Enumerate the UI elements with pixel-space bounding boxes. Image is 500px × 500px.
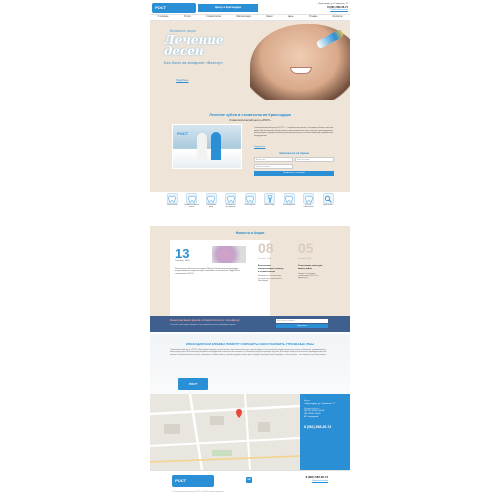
callback-phone-input[interactable]: Ваш номер телефона [276,319,328,323]
tooth-icon [205,193,217,204]
service-item[interactable]: Детская стоматология [302,192,316,222]
header-contacts: г. Краснодар, ул. Гаражная, 71 8 (961) 5… [270,3,348,12]
magnifier-icon [322,193,334,204]
service-label: Отбеливание зубов [206,205,216,208]
nav-item-prices[interactable]: Цены [288,16,294,19]
time-field[interactable]: Удобное время [254,164,293,169]
tooth-icon [303,193,314,204]
address-value: г. Краснодар, ул. Гаражная, 71 [304,402,335,405]
news-month: Октябрь, 2016 [298,257,312,260]
news-text: Запишитесь на бесплатную консультацию ст… [258,275,282,283]
service-label: Детская стоматология [303,205,314,208]
callback-button[interactable]: Жду звонка [276,324,328,328]
footer-phone[interactable]: 8 (961) 583-26-74 [306,475,328,479]
tooth-icon [283,193,295,204]
about-title: Лечение зубов в стоматологии Краснодара [209,113,291,117]
hero-more-link[interactable]: Подробнее [176,79,188,82]
phone-field[interactable]: Ваш телефон [295,157,334,162]
service-label: Протезирование [282,205,296,206]
description-section: КРАСНОДАРСКАЯ КЛИНИКА ПОМОГУТ СОХРАНИТЬ … [150,334,350,394]
map-image[interactable] [150,394,300,470]
service-label: Профессиональная гигиена [184,205,200,208]
news-card[interactable]: 05 Октябрь, 2016 Счастливые часы для ваш… [298,240,324,316]
news-month: Октябрь, 2016 [258,257,272,260]
tooth-icon [186,193,197,204]
service-item[interactable]: Диагностика [321,192,335,222]
footer-logo[interactable]: РОСТ [172,475,214,487]
callback-title: Консультация врача стоматолога по телефо… [170,318,240,322]
service-item[interactable]: Профессиональная гигиена [185,192,199,222]
logo[interactable]: РОСТ [152,3,196,13]
appointment-form-title: Записаться на прием [279,151,309,155]
news-text: Скидка на лечение в стоматологии «РОСТ» … [298,272,319,280]
map-section[interactable]: Адрес: г. Краснодар, ул. Гаражная, 71 Ре… [150,394,350,470]
name-field[interactable]: Ваше имя [254,157,293,162]
header-callback-link[interactable]: Обратный звонок [270,9,348,12]
news-month: Октябрь, 2016 [175,260,190,262]
news-text: Лечение десен без боли на аппарате «Вект… [175,268,240,275]
service-label: Имплантация [264,205,275,206]
footer-callback-link[interactable]: Обратный звонок [312,480,328,483]
tooth-icon [166,193,178,204]
hero-smile [290,67,312,74]
description-logo: РОСТ [178,378,208,390]
main-nav: О клинике Услуги Стоматология Имплантаци… [150,14,350,21]
news-image [212,246,246,263]
about-more-link[interactable]: Подробнее [254,146,265,149]
tooth-icon [225,193,236,204]
service-label: Лечение десен [244,205,256,206]
callback-banner: Консультация врача стоматолога по телефо… [150,316,350,332]
news-headline: Бесплатная консультация и осмотр в стома… [258,265,284,273]
top-bar: РОСТ Центр в Краснодаре г. Краснодар, ул… [150,2,350,14]
implant-icon [264,193,275,204]
hero-title: Лечение десен [164,33,224,58]
service-item[interactable]: Эстетическая реставрация [224,192,238,222]
service-label: Диагностика [323,205,333,206]
about-section: Лечение зубов в стоматологии Краснодара … [150,100,350,200]
hours-sunday: ВС: выходной [304,415,319,418]
contacts-phone[interactable]: 8 (961) 583-26-74 [304,425,346,429]
service-item[interactable]: Протезирование [282,192,296,222]
hero-banner: Внимание акция Лечение десен Без боли на… [150,21,350,100]
news-headline: Счастливые часы для ваших зубов [298,265,323,270]
appointment-submit-button[interactable]: Записаться на прием [254,171,334,176]
service-label: Лечение зубов [166,205,178,206]
service-item[interactable]: Имплантация [263,192,277,222]
tooth-icon [244,193,256,204]
about-text: Стоматологический центр «РОСТ» — совреме… [254,127,334,137]
nav-item-implants[interactable]: Имплантация [236,16,251,19]
nav-item-promos[interactable]: Акции [266,16,272,19]
nurse-figure [211,132,221,160]
nav-item-dentistry[interactable]: Стоматология [206,16,221,19]
nav-item-services[interactable]: Услуги [184,16,191,19]
news-day: 05 [298,240,314,256]
footer-copyright: © Стоматологический центр «РОСТ», 2016. … [172,491,225,493]
clinic-photo: РОСТ [172,124,242,169]
nav-item-contacts[interactable]: Контакты [332,16,342,19]
news-card-main[interactable]: 13 Октябрь, 2016 Лечение десен без боли … [170,240,270,316]
nav-item-about[interactable]: О клинике [158,16,169,19]
page: РОСТ Центр в Краснодаре г. Краснодар, ул… [0,0,500,500]
header-tagline: Центр в Краснодаре [198,4,258,12]
footer: РОСТ vk 8 (961) 583-26-74 Обратный звоно… [150,470,350,500]
callback-subtitle: Оставьте свой номер телефона и мы перезв… [170,324,236,326]
service-item[interactable]: Лечение десен [243,192,257,222]
clinic-sign: РОСТ [177,131,188,136]
description-text: Стоматологический центр «РОСТ» в Краснод… [170,349,327,356]
description-title: КРАСНОДАРСКАЯ КЛИНИКА ПОМОГУТ СОХРАНИТЬ … [186,342,314,346]
doctor-figure [197,133,207,159]
news-day: 08 [258,240,274,256]
news-card[interactable]: 08 Октябрь, 2016 Бесплатная консультация… [258,240,284,316]
vk-icon[interactable]: vk [246,477,252,483]
service-label: Эстетическая реставрация [225,205,236,208]
nav-item-reviews[interactable]: Отзывы [309,16,317,19]
news-section: Новости и Акции 13 Октябрь, 2016 Лечение… [150,226,350,316]
service-item[interactable]: Отбеливание зубов [204,192,218,222]
about-subtitle: Стоматологический центр «РОСТ» [229,119,271,122]
news-title: Новости и Акции [235,231,265,235]
service-item[interactable]: Лечение зубов [165,192,179,222]
services-row: Лечение зубов Профессиональная гигиена Отб… [150,192,350,222]
contacts-panel: Адрес: г. Краснодар, ул. Гаражная, 71 Ре… [300,394,350,470]
hero-subtitle: Без боли на аппарате «Вектор» [164,60,223,65]
